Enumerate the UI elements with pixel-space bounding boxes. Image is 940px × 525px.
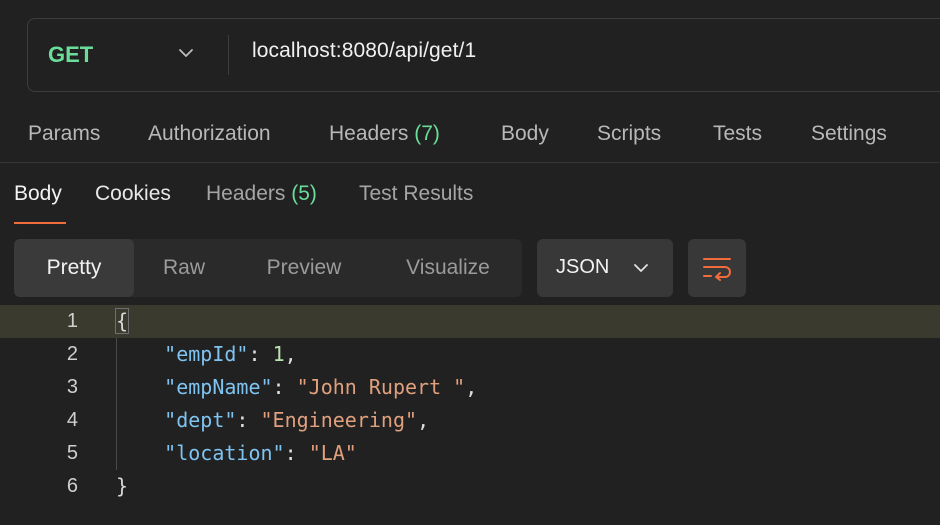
tab-label: Params [28,122,101,145]
tab-headers[interactable]: Headers (7) [329,122,440,146]
tab-response-body[interactable]: Body [14,182,62,206]
tab-label: Tests [713,122,763,145]
response-body-viewer[interactable]: 1 { 2 "empId": 1, 3 "empName": "John Rup… [0,305,940,525]
tab-count-badge: (5) [291,182,317,205]
line-number: 5 [66,442,78,464]
format-select[interactable]: JSON [537,239,673,297]
view-mode-group: Pretty Raw Preview Visualize [14,239,522,297]
json-key: "empName" [164,375,273,399]
wrap-lines-button[interactable] [688,239,746,297]
json-open-brace: { [114,308,130,334]
line-number: 4 [66,409,78,431]
view-mode-preview[interactable]: Preview [234,239,374,297]
json-close-brace: } [116,474,129,498]
chevron-down-icon [634,264,648,272]
url-input[interactable]: localhost:8080/api/get/1 [252,39,476,63]
json-value: "John Rupert " [296,375,466,399]
api-client-window: GET localhost:8080/api/get/1 Params Auth… [0,0,940,525]
tab-settings[interactable]: Settings [811,122,887,146]
json-key: "location" [164,441,285,465]
wrap-lines-icon [703,258,731,281]
tab-label: Settings [811,122,887,145]
code-line: 6 } [0,470,940,503]
indent-guide [116,338,117,470]
format-label: JSON [556,256,610,278]
tab-response-headers[interactable]: Headers (5) [206,182,317,206]
method-select[interactable]: GET [28,19,228,91]
tab-authorization[interactable]: Authorization [148,122,271,146]
json-value: 1 [272,342,285,366]
request-bar: GET localhost:8080/api/get/1 [27,18,940,92]
json-key: "dept" [164,408,237,432]
line-number: 1 [66,310,78,332]
code-line: 2 "empId": 1, [0,338,940,371]
tab-label: Body [14,182,62,205]
method-label: GET [48,42,94,67]
tab-test-results[interactable]: Test Results [359,182,473,206]
code-line: 5 "location": "LA" [0,437,940,470]
tab-label: Headers [206,182,286,205]
view-mode-raw[interactable]: Raw [134,239,234,297]
chevron-down-icon [179,49,193,57]
request-tabs: Params Authorization Headers (7) Body Sc… [0,108,940,163]
active-tab-underline [14,222,66,224]
tab-params[interactable]: Params [28,122,100,146]
tab-label: Scripts [597,122,662,145]
json-key: "empId" [164,342,249,366]
code-line: 4 "dept": "Engineering", [0,404,940,437]
line-number: 3 [66,376,78,398]
view-mode-visualize[interactable]: Visualize [374,239,522,297]
code-line: 3 "empName": "John Rupert ", [0,371,940,404]
response-tabs: Body Cookies Headers (5) Test Results [0,170,940,226]
line-number: 2 [66,343,78,365]
tab-label: Body [501,122,549,145]
method-divider [228,35,229,75]
tab-label: Test Results [359,182,474,205]
json-value: "Engineering" [260,408,418,432]
view-mode-pretty[interactable]: Pretty [14,239,134,297]
tab-scripts[interactable]: Scripts [597,122,661,146]
tab-label: Authorization [148,122,271,145]
tab-body[interactable]: Body [501,122,549,146]
tab-tests[interactable]: Tests [713,122,762,146]
tab-label: Cookies [95,182,171,205]
tab-label: Headers [329,122,409,145]
json-value: "LA" [308,441,357,465]
tab-cookies[interactable]: Cookies [95,182,171,206]
code-line: 1 { [0,305,940,338]
line-number: 6 [66,475,78,497]
tab-count-badge: (7) [414,122,440,145]
